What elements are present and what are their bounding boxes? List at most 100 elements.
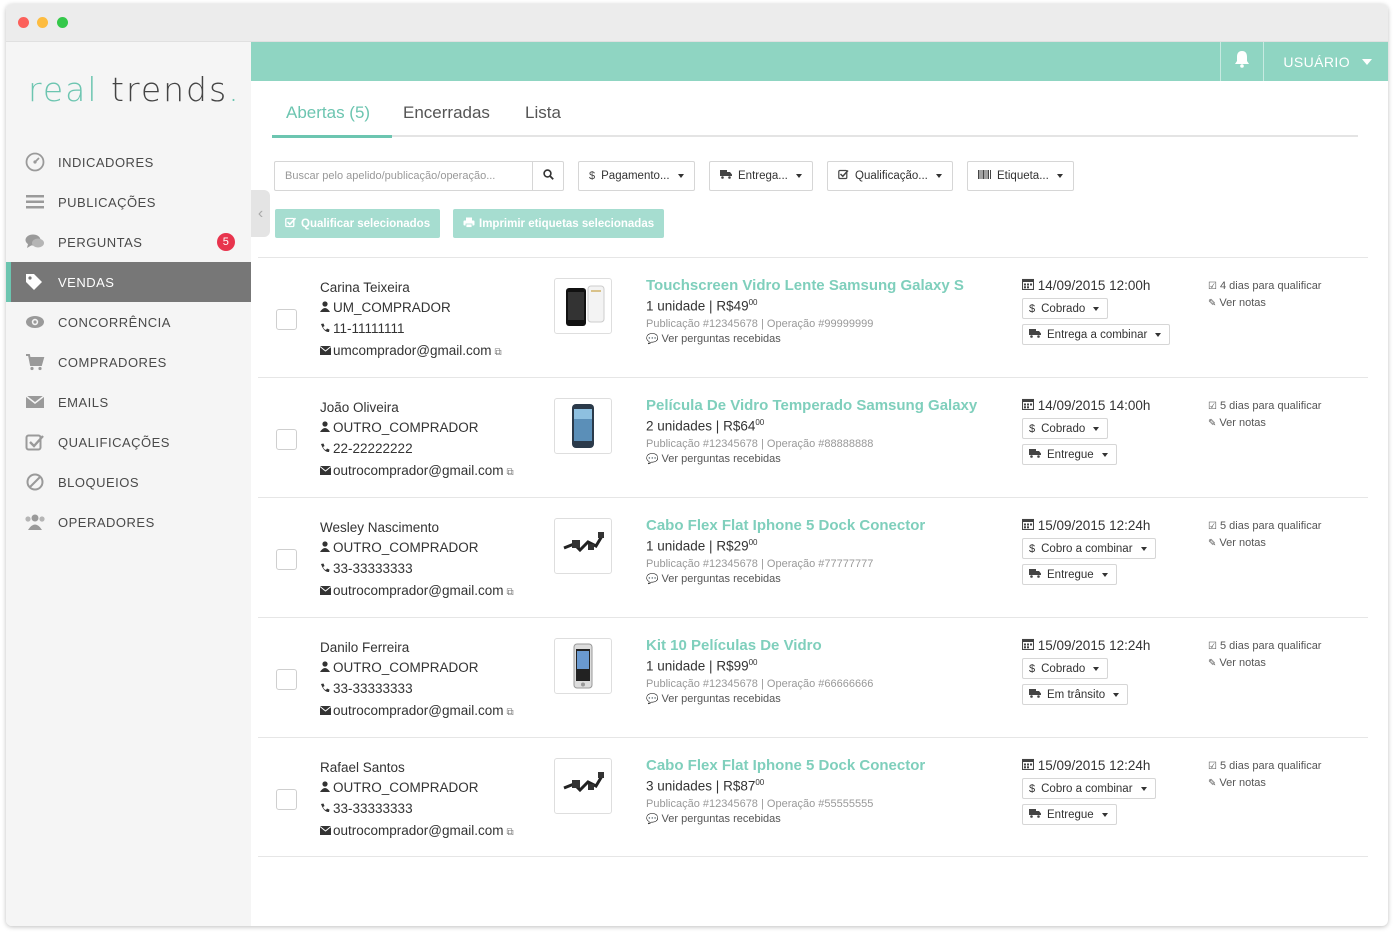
view-questions-link[interactable]: 💬 Ver perguntas recebidas — [646, 573, 925, 585]
payment-status-dropdown[interactable]: $ Cobro a combinar — [1022, 538, 1156, 559]
view-questions-link[interactable]: 💬 Ver perguntas recebidas — [646, 693, 873, 705]
product-title-link[interactable]: Película De Vidro Temperado Samsung Gala… — [646, 397, 977, 414]
sale-date: 15/09/2015 12:24h — [1021, 758, 1156, 773]
notifications-button[interactable] — [1220, 42, 1264, 81]
qualification-filter-dropdown[interactable]: Qualificação... — [827, 161, 953, 191]
product-title-link[interactable]: Cabo Flex Flat Iphone 5 Dock Conector — [646, 517, 925, 534]
buyer-nickname[interactable]: OUTRO_COMPRADOR — [333, 540, 479, 555]
sale-select-checkbox[interactable] — [276, 789, 297, 810]
print-labels-button[interactable]: Imprimir etiquetas selecionadas — [453, 209, 665, 238]
cart-icon — [24, 351, 46, 373]
buyer-phone-line: 22-22222222 — [320, 439, 514, 461]
buyer-nickname[interactable]: OUTRO_COMPRADOR — [333, 420, 479, 435]
check-square-icon: ☑ — [1208, 281, 1217, 292]
product-thumbnail[interactable] — [554, 518, 612, 574]
sale-select-checkbox[interactable] — [276, 309, 297, 330]
buyer-nickname[interactable]: OUTRO_COMPRADOR — [333, 660, 479, 675]
phone-icon — [320, 321, 333, 341]
close-window-button[interactable] — [18, 17, 29, 28]
buyer-email[interactable]: outrocomprador@gmail.com — [333, 463, 504, 478]
sidebar-item-operadores[interactable]: OPERADORES — [6, 502, 251, 542]
delivery-status-dropdown[interactable]: Entregue — [1022, 444, 1117, 465]
product-thumbnail[interactable] — [554, 638, 612, 694]
buyer-email[interactable]: outrocomprador@gmail.com — [333, 583, 504, 598]
view-notes-link[interactable]: ✎ Ver notas — [1208, 775, 1321, 792]
sale-select-checkbox[interactable] — [276, 669, 297, 690]
logo-part-real: real — [28, 70, 99, 109]
sidebar-item-compradores[interactable]: COMPRADORES — [6, 342, 251, 382]
delivery-status-dropdown[interactable]: Entregue — [1022, 564, 1117, 585]
copy-icon[interactable]: ⧉ — [507, 827, 514, 838]
delivery-status-dropdown[interactable]: Entrega a combinar — [1022, 324, 1171, 345]
payment-filter-dropdown[interactable]: $ Pagamento... — [578, 161, 695, 191]
view-notes-link[interactable]: ✎ Ver notas — [1208, 415, 1321, 432]
sidebar-item-perguntas[interactable]: PERGUNTAS 5 — [6, 222, 251, 262]
copy-icon[interactable]: ⧉ — [507, 467, 514, 478]
sidebar-item-bloqueios[interactable]: BLOQUEIOS — [6, 462, 251, 502]
payment-status-dropdown[interactable]: $ Cobrado — [1022, 658, 1109, 679]
view-notes-link[interactable]: ✎ Ver notas — [1208, 535, 1321, 552]
delivery-status-dropdown[interactable]: Entregue — [1022, 804, 1117, 825]
buyer-email[interactable]: outrocomprador@gmail.com — [333, 823, 504, 838]
payment-status-dropdown[interactable]: $ Cobrado — [1022, 298, 1109, 319]
copy-icon[interactable]: ⧉ — [495, 347, 502, 358]
view-notes-link[interactable]: ✎ Ver notas — [1208, 655, 1321, 672]
copy-icon[interactable]: ⧉ — [507, 707, 514, 718]
quantity-price-text: 1 unidade | R$49 — [646, 298, 749, 314]
comments-icon: 💬 — [646, 813, 659, 825]
product-thumbnail[interactable] — [554, 398, 612, 454]
logo[interactable]: real trends. — [28, 70, 241, 109]
sidebar-item-publicacoes[interactable]: PUBLICAÇÕES — [6, 182, 251, 222]
product-thumbnail[interactable] — [554, 758, 612, 814]
tab-lista[interactable]: Lista — [525, 103, 561, 123]
tab-encerradas[interactable]: Encerradas — [403, 103, 490, 123]
sidebar-item-indicadores[interactable]: INDICADORES — [6, 142, 251, 182]
tab-abertas[interactable]: Abertas (5) — [286, 103, 370, 123]
chevron-down-icon — [1093, 666, 1100, 671]
search-box — [274, 161, 564, 191]
quantity-price-text: 3 unidades | R$87 — [646, 778, 756, 794]
view-questions-link[interactable]: 💬 Ver perguntas recebidas — [646, 333, 964, 345]
product-title-link[interactable]: Kit 10 Películas De Vidro — [646, 637, 873, 654]
buyer-email[interactable]: outrocomprador@gmail.com — [333, 703, 504, 718]
payment-status-dropdown[interactable]: $ Cobrado — [1022, 418, 1109, 439]
dollar-icon: $ — [1029, 302, 1036, 315]
product-thumbnail[interactable] — [554, 278, 612, 334]
delivery-filter-dropdown[interactable]: Entrega... — [709, 161, 813, 191]
buyer-nickname[interactable]: UM_COMPRADOR — [333, 300, 451, 315]
qualify-selected-button[interactable]: Qualificar selecionados — [275, 209, 441, 238]
sidebar-collapse-toggle[interactable]: ‹ — [251, 190, 270, 237]
view-notes-link[interactable]: ✎ Ver notas — [1208, 295, 1321, 312]
sale-date: 14/09/2015 14:00h — [1021, 398, 1150, 413]
list-icon — [24, 191, 46, 213]
user-icon — [320, 300, 333, 320]
sidebar-item-concorrencia[interactable]: CONCORRÊNCIA — [6, 302, 251, 342]
search-input[interactable] — [275, 162, 531, 190]
sidebar-item-qualificacoes[interactable]: QUALIFICAÇÕES — [6, 422, 251, 462]
sale-date: 15/09/2015 12:24h — [1021, 638, 1150, 653]
label-filter-dropdown[interactable]: Etiqueta... — [967, 161, 1074, 191]
search-button[interactable] — [532, 162, 563, 190]
buyer-email[interactable]: umcomprador@gmail.com — [333, 343, 492, 358]
delivery-status-dropdown[interactable]: Em trânsito — [1022, 684, 1129, 705]
qualification-info: ☑ 5 dias para qualificar ✎ Ver notas — [1208, 758, 1321, 792]
minimize-window-button[interactable] — [37, 17, 48, 28]
maximize-window-button[interactable] — [57, 17, 68, 28]
delivery-status-label: Entrega a combinar — [1047, 328, 1148, 341]
barcode-icon — [978, 170, 991, 182]
sidebar-item-emails[interactable]: EMAILS — [6, 382, 251, 422]
publication-operation-ids: Publicação #12345678 | Operação #6666666… — [646, 677, 874, 690]
product-title-link[interactable]: Touchscreen Vidro Lente Samsung Galaxy S — [646, 277, 964, 294]
qualification-deadline: ☑ 5 dias para qualificar — [1208, 518, 1321, 535]
buyer-nickname[interactable]: OUTRO_COMPRADOR — [333, 780, 479, 795]
copy-icon[interactable]: ⧉ — [507, 587, 514, 598]
sale-select-checkbox[interactable] — [276, 429, 297, 450]
product-title-link[interactable]: Cabo Flex Flat Iphone 5 Dock Conector — [646, 757, 925, 774]
qualification-deadline-text: 4 dias para qualificar — [1219, 280, 1322, 292]
sale-select-checkbox[interactable] — [276, 549, 297, 570]
view-questions-link[interactable]: 💬 Ver perguntas recebidas — [646, 813, 925, 825]
user-menu[interactable]: USUÁRIO — [1283, 42, 1372, 81]
sidebar-item-vendas[interactable]: VENDAS — [6, 262, 251, 302]
payment-status-dropdown[interactable]: $ Cobro a combinar — [1022, 778, 1156, 799]
view-questions-link[interactable]: 💬 Ver perguntas recebidas — [646, 453, 977, 465]
